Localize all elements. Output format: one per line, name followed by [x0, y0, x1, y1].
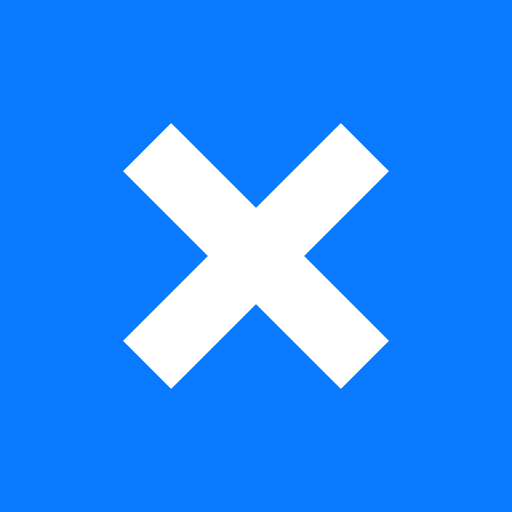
close-icon[interactable]: [0, 0, 512, 512]
close-icon-tile[interactable]: [0, 0, 512, 512]
